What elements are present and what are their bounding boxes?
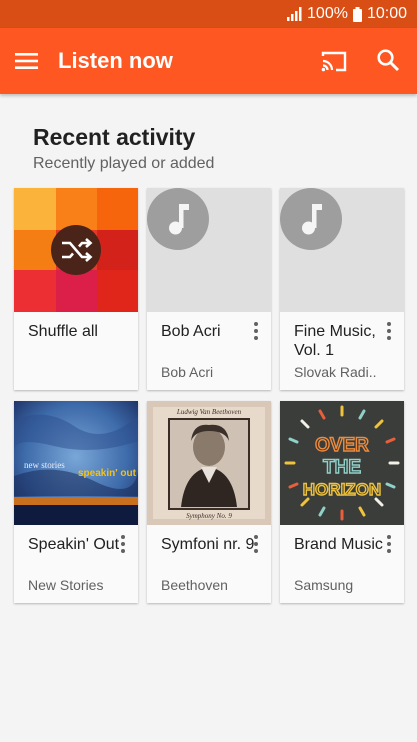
album-cover-image: new stories speakin' out bbox=[14, 401, 138, 525]
clock: 10:00 bbox=[366, 5, 407, 22]
card-title: Brand Music bbox=[294, 536, 383, 553]
album-art-symfoni: Ludwig Van Beethoven Symphony No. 9 bbox=[147, 401, 271, 525]
more-vert-icon[interactable] bbox=[249, 321, 263, 341]
battery-icon bbox=[352, 6, 362, 22]
card-shuffle-all[interactable]: Shuffle all bbox=[14, 188, 138, 390]
cast-icon[interactable] bbox=[320, 49, 348, 73]
svg-text:HORIZON: HORIZON bbox=[303, 480, 381, 499]
more-vert-icon[interactable] bbox=[116, 534, 130, 554]
music-note-icon bbox=[147, 188, 209, 250]
album-art-placeholder bbox=[280, 188, 404, 312]
music-note-icon bbox=[280, 188, 342, 250]
more-vert-icon[interactable] bbox=[382, 321, 396, 341]
card-symfoni-9[interactable]: Ludwig Van Beethoven Symphony No. 9 Symf… bbox=[147, 401, 271, 603]
signal-icon bbox=[287, 7, 302, 21]
recent-activity-grid: Shuffle all Bob Acri Bob Acri Fine Music… bbox=[14, 188, 404, 603]
more-vert-icon[interactable] bbox=[249, 534, 263, 554]
shuffle-mosaic-image bbox=[14, 188, 138, 312]
card-subtitle: New Stories bbox=[28, 577, 104, 593]
card-title: Shuffle all bbox=[28, 323, 98, 340]
card-subtitle: Beethoven bbox=[161, 577, 228, 593]
section-title: Recent activity bbox=[33, 124, 196, 150]
svg-text:speakin' out: speakin' out bbox=[78, 468, 137, 479]
card-title: Symfoni nr. 9 bbox=[161, 536, 255, 553]
card-title: Fine Music, Vol. 1 bbox=[294, 323, 376, 359]
album-art-over-the-horizon: OVER THE HORIZON bbox=[280, 401, 404, 525]
card-speakin-out[interactable]: new stories speakin' out Speakin' Out Ne… bbox=[14, 401, 138, 603]
album-art-placeholder bbox=[147, 188, 271, 312]
search-icon[interactable] bbox=[376, 48, 400, 72]
card-subtitle: Samsung bbox=[294, 577, 354, 593]
card-subtitle: Slovak Radi.. bbox=[294, 364, 377, 380]
card-subtitle: Bob Acri bbox=[161, 364, 214, 380]
menu-icon[interactable] bbox=[14, 50, 40, 72]
card-bob-acri[interactable]: Bob Acri Bob Acri bbox=[147, 188, 271, 390]
shuffle-art bbox=[14, 188, 138, 312]
svg-text:OVER: OVER bbox=[315, 435, 369, 456]
svg-text:new stories: new stories bbox=[24, 460, 65, 470]
svg-text:Symphony No. 9: Symphony No. 9 bbox=[186, 512, 232, 520]
card-brand-music[interactable]: OVER THE HORIZON Brand Music Samsung bbox=[280, 401, 404, 603]
status-bar: 100% 10:00 bbox=[0, 0, 417, 28]
svg-text:Ludwig Van Beethoven: Ludwig Van Beethoven bbox=[176, 408, 242, 416]
card-title: Speakin' Out bbox=[28, 536, 120, 553]
card-title: Bob Acri bbox=[161, 323, 221, 340]
section-subtitle: Recently played or added bbox=[33, 155, 215, 172]
card-fine-music[interactable]: Fine Music, Vol. 1 Slovak Radi.. bbox=[280, 188, 404, 390]
battery-percent: 100% bbox=[307, 5, 348, 22]
page-title: Listen now bbox=[58, 48, 173, 73]
more-vert-icon[interactable] bbox=[382, 534, 396, 554]
album-cover-image: OVER THE HORIZON bbox=[280, 401, 404, 525]
album-cover-image: Ludwig Van Beethoven Symphony No. 9 bbox=[147, 401, 271, 525]
app-bar: Listen now bbox=[0, 28, 417, 94]
svg-text:THE: THE bbox=[323, 457, 361, 478]
album-art-speakin-out: new stories speakin' out bbox=[14, 401, 138, 525]
